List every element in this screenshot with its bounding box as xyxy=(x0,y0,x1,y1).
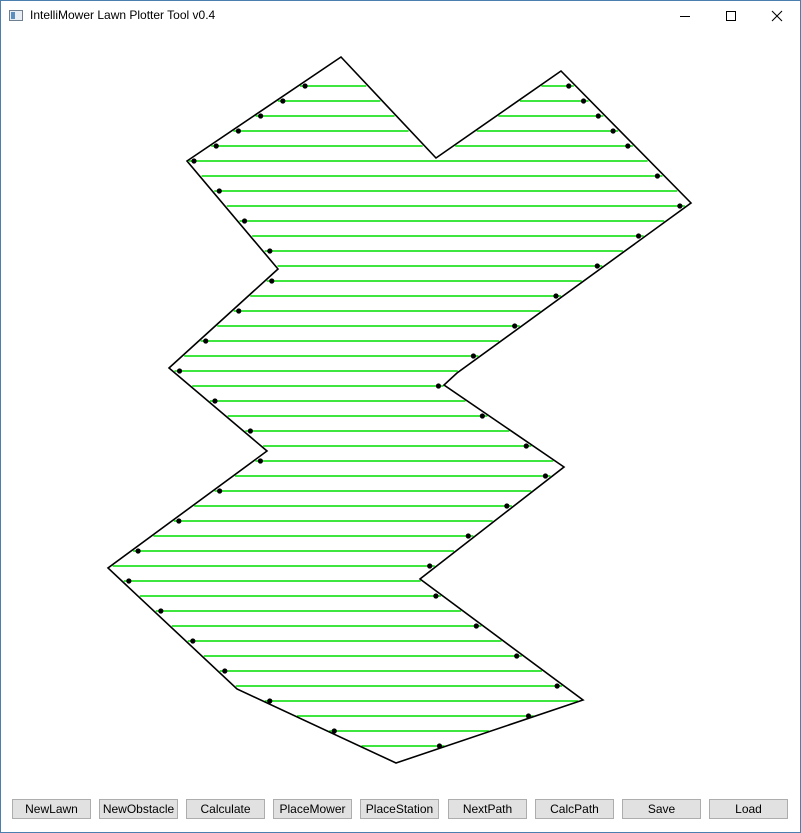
next-path-button[interactable]: NextPath xyxy=(448,799,527,819)
path-endpoint-dot xyxy=(470,353,476,359)
place-station-button[interactable]: PlaceStation xyxy=(360,799,439,819)
path-endpoint-dot xyxy=(213,143,219,149)
path-endpoint-dot xyxy=(473,623,479,629)
path-endpoint-dot xyxy=(523,443,529,449)
path-endpoint-dot xyxy=(212,398,218,404)
calculate-button[interactable]: Calculate xyxy=(186,799,265,819)
path-endpoint-dot xyxy=(280,98,286,104)
path-endpoint-dot xyxy=(514,653,520,659)
path-endpoint-dot xyxy=(217,488,223,494)
lawn-canvas[interactable] xyxy=(1,32,800,792)
path-endpoint-dot xyxy=(158,608,164,614)
window-title: IntelliMower Lawn Plotter Tool v0.4 xyxy=(30,8,216,22)
minimize-icon xyxy=(680,16,690,17)
path-endpoint-dot xyxy=(191,158,197,164)
path-endpoint-dot xyxy=(525,713,532,719)
path-endpoint-dot xyxy=(427,563,433,569)
app-window: IntelliMower Lawn Plotter Tool v0.4 NewL… xyxy=(0,0,801,833)
place-mower-button[interactable]: PlaceMower xyxy=(273,799,352,819)
path-endpoint-dot xyxy=(190,638,196,644)
path-endpoint-dot xyxy=(302,83,308,89)
new-obstacle-button[interactable]: NewObstacle xyxy=(99,799,178,819)
path-endpoint-dot xyxy=(135,548,141,554)
path-endpoint-dot xyxy=(553,293,559,299)
close-icon xyxy=(771,10,783,22)
path-endpoint-dot xyxy=(176,368,183,374)
path-endpoint-dot xyxy=(594,263,600,269)
path-endpoint-dot xyxy=(504,503,510,509)
path-endpoint-dot xyxy=(479,413,485,419)
path-endpoint-dot xyxy=(331,728,337,734)
path-endpoint-dot xyxy=(554,683,560,689)
maximize-button[interactable] xyxy=(708,1,754,31)
path-endpoint-dot xyxy=(635,233,642,239)
maximize-icon xyxy=(726,11,736,21)
path-endpoint-dot xyxy=(216,188,222,194)
path-endpoint-dot xyxy=(435,383,442,389)
new-lawn-button[interactable]: NewLawn xyxy=(12,799,91,819)
path-endpoint-dot xyxy=(267,248,273,254)
path-endpoint-dot xyxy=(257,458,264,464)
path-endpoint-dot xyxy=(677,203,683,209)
path-endpoint-dot xyxy=(610,128,616,134)
path-endpoint-dot xyxy=(222,668,228,674)
path-endpoint-dot xyxy=(235,128,242,134)
minimize-button[interactable] xyxy=(662,1,708,31)
calc-path-button[interactable]: CalcPath xyxy=(535,799,614,819)
path-endpoint-dot xyxy=(436,743,443,749)
path-endpoint-dot xyxy=(258,113,264,119)
path-endpoint-dot xyxy=(247,428,253,434)
path-endpoint-dot xyxy=(542,473,549,479)
path-endpoint-dot xyxy=(236,308,242,314)
path-endpoint-dot xyxy=(267,698,273,704)
path-endpoint-dot xyxy=(433,593,439,599)
path-endpoint-dot xyxy=(512,323,518,329)
path-endpoint-dot xyxy=(269,278,275,284)
path-endpoint-dot xyxy=(176,518,182,524)
path-endpoint-dot xyxy=(203,338,209,344)
close-button[interactable] xyxy=(754,1,800,31)
path-endpoint-dot xyxy=(625,143,631,149)
toolbar: NewLawn NewObstacle Calculate PlaceMower… xyxy=(1,797,800,827)
path-endpoint-dot xyxy=(580,98,587,104)
title-bar[interactable]: IntelliMower Lawn Plotter Tool v0.4 xyxy=(1,1,800,31)
app-icon xyxy=(9,10,23,21)
path-endpoint-dot xyxy=(654,173,661,179)
path-endpoint-dot xyxy=(465,533,471,539)
load-button[interactable]: Load xyxy=(709,799,788,819)
save-button[interactable]: Save xyxy=(622,799,701,819)
path-endpoint-dot xyxy=(595,113,601,119)
path-endpoint-dot xyxy=(126,578,132,584)
path-endpoint-dot xyxy=(566,83,572,89)
path-endpoint-dot xyxy=(241,218,248,224)
mow-path-lines xyxy=(112,85,685,747)
